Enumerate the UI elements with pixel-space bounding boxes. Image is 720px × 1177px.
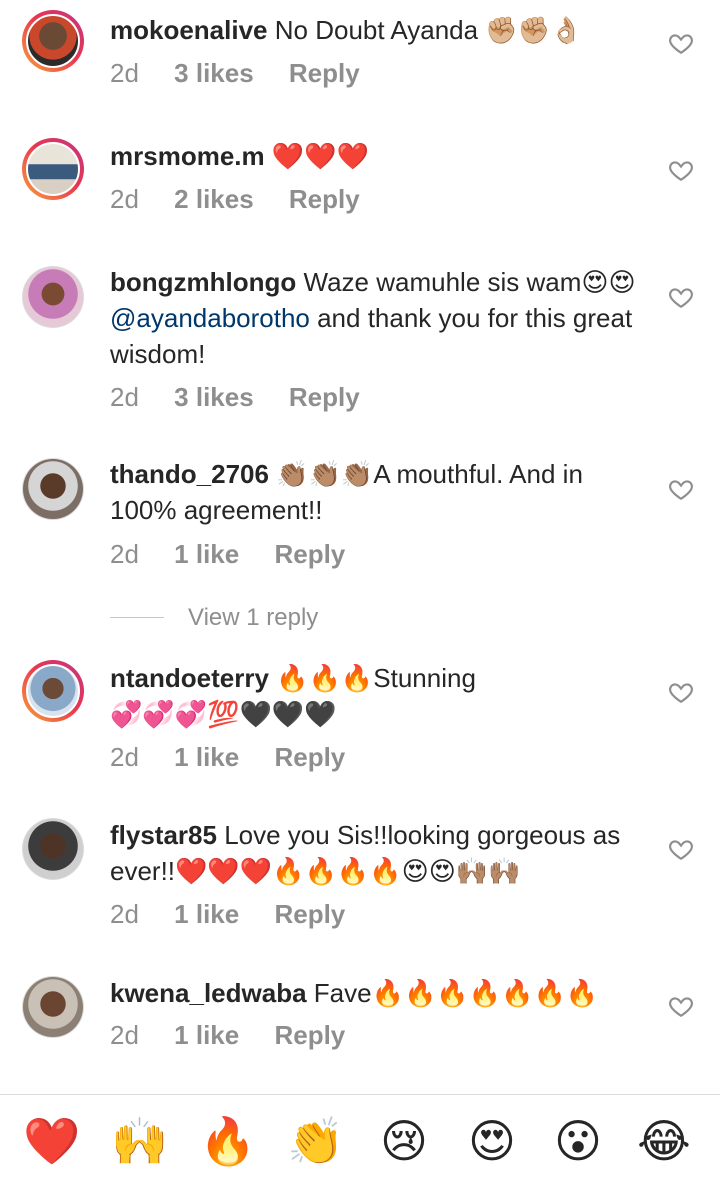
comment-username[interactable]: flystar85	[110, 820, 217, 850]
like-heart-icon[interactable]	[668, 284, 694, 310]
red-heart-reaction-icon[interactable]: ❤️	[22, 1111, 82, 1171]
comment-text: flystar85 Love you Sis!!looking gorgeous…	[110, 817, 655, 889]
heart-eyes-reaction-icon[interactable]: 😍	[462, 1111, 522, 1171]
comment-emojis: ❤️❤️❤️	[271, 141, 369, 171]
comment-text: bongzmhlongo Waze wamuhle sis wam😍😍 @aya…	[110, 264, 655, 372]
comment-likes[interactable]: 2 likes	[174, 184, 254, 214]
reply-button[interactable]: Reply	[274, 1020, 345, 1050]
tears-of-joy-reaction-icon[interactable]: 😂	[634, 1111, 694, 1171]
comment-username[interactable]: mokoenalive	[110, 15, 268, 45]
comment-text: mrsmome.m ❤️❤️❤️	[110, 138, 655, 174]
avatar[interactable]	[22, 266, 84, 328]
comment-text: mokoenalive No Doubt Ayanda ✊🏼✊🏼👌🏼	[110, 12, 655, 48]
comment-username[interactable]: kwena_ledwaba	[110, 978, 307, 1008]
comment-emojis: 🔥🔥🔥🔥🔥🔥🔥	[371, 978, 599, 1008]
comment-likes[interactable]: 1 like	[174, 539, 239, 569]
reply-button[interactable]: Reply	[289, 184, 360, 214]
comment-meta: 2d 1 like Reply	[110, 536, 373, 572]
quick-reaction-bar: ❤️ 🙌 🔥 👏 😢 😍 😮 😂	[0, 1095, 720, 1177]
comment-meta: 2d 2 likes Reply	[110, 181, 388, 217]
surprised-face-reaction-icon[interactable]: 😮	[548, 1111, 608, 1171]
comment-emojis: ❤️❤️❤️🔥🔥🔥🔥😍😍🙌🏽🙌🏽	[175, 856, 521, 886]
comment-meta: 2d 1 like Reply	[110, 896, 373, 932]
comment-time: 2d	[110, 184, 139, 214]
comment-time: 2d	[110, 382, 139, 412]
like-heart-icon[interactable]	[668, 836, 694, 862]
comment-emojis: 🔥🔥🔥	[276, 663, 374, 693]
clapping-hands-reaction-icon[interactable]: 👏	[286, 1111, 346, 1171]
comment-time: 2d	[110, 539, 139, 569]
avatar[interactable]	[22, 138, 84, 200]
reply-button[interactable]: Reply	[274, 742, 345, 772]
comment-text: thando_2706 👏🏽👏🏽👏🏽A mouthful. And in 100…	[110, 456, 655, 528]
like-heart-icon[interactable]	[668, 993, 694, 1019]
comment-emojis: ✊🏼✊🏼👌🏼	[485, 15, 583, 45]
reply-button[interactable]: Reply	[289, 382, 360, 412]
comment-likes[interactable]: 1 like	[174, 742, 239, 772]
comment-meta: 2d 1 like Reply	[110, 739, 373, 775]
comment-time: 2d	[110, 742, 139, 772]
avatar[interactable]	[22, 976, 84, 1038]
comment-time: 2d	[110, 1020, 139, 1050]
comment-likes[interactable]: 3 likes	[174, 58, 254, 88]
like-heart-icon[interactable]	[668, 157, 694, 183]
comment-text: kwena_ledwaba Fave🔥🔥🔥🔥🔥🔥🔥	[110, 975, 655, 1011]
reply-button[interactable]: Reply	[289, 58, 360, 88]
comment-emojis: 😍😍	[581, 267, 636, 297]
comment-time: 2d	[110, 899, 139, 929]
comment-likes[interactable]: 1 like	[174, 1020, 239, 1050]
view-replies-divider	[110, 617, 164, 618]
like-heart-icon[interactable]	[668, 30, 694, 56]
avatar[interactable]	[22, 10, 84, 72]
comment-body: Stunning	[373, 663, 476, 693]
comment-body: No Doubt Ayanda	[274, 15, 486, 45]
avatar[interactable]	[22, 660, 84, 722]
comment-username[interactable]: mrsmome.m	[110, 141, 265, 171]
comment-username[interactable]: thando_2706	[110, 459, 269, 489]
comment-body: Fave	[313, 978, 372, 1008]
view-replies-label: View 1 reply	[188, 604, 319, 631]
avatar[interactable]	[22, 818, 84, 880]
crying-face-reaction-icon[interactable]: 😢	[374, 1111, 434, 1171]
comment-meta: 2d 3 likes Reply	[110, 379, 388, 415]
comment-emojis-2: 💞💞💞💯🖤🖤🖤	[110, 699, 337, 729]
comment-body: Waze wamuhle sis wam	[303, 267, 582, 297]
comment-likes[interactable]: 3 likes	[174, 382, 254, 412]
comment-username[interactable]: ntandoeterry	[110, 663, 269, 693]
comment-time: 2d	[110, 58, 139, 88]
raising-hands-reaction-icon[interactable]: 🙌	[110, 1111, 170, 1171]
like-heart-icon[interactable]	[668, 476, 694, 502]
reply-button[interactable]: Reply	[274, 539, 345, 569]
comment-text: ntandoeterry 🔥🔥🔥Stunning 💞💞💞💯🖤🖤🖤	[110, 660, 655, 732]
comment-username[interactable]: bongzmhlongo	[110, 267, 296, 297]
comment-likes[interactable]: 1 like	[174, 899, 239, 929]
comment-meta: 2d 3 likes Reply	[110, 55, 388, 91]
comment-meta: 2d 1 like Reply	[110, 1017, 373, 1053]
comment-emojis: 👏🏽👏🏽👏🏽	[276, 459, 374, 489]
like-heart-icon[interactable]	[668, 679, 694, 705]
fire-reaction-icon[interactable]: 🔥	[198, 1111, 258, 1171]
avatar[interactable]	[22, 458, 84, 520]
reply-button[interactable]: Reply	[274, 899, 345, 929]
mention-link[interactable]: @ayandaborotho	[110, 303, 310, 333]
